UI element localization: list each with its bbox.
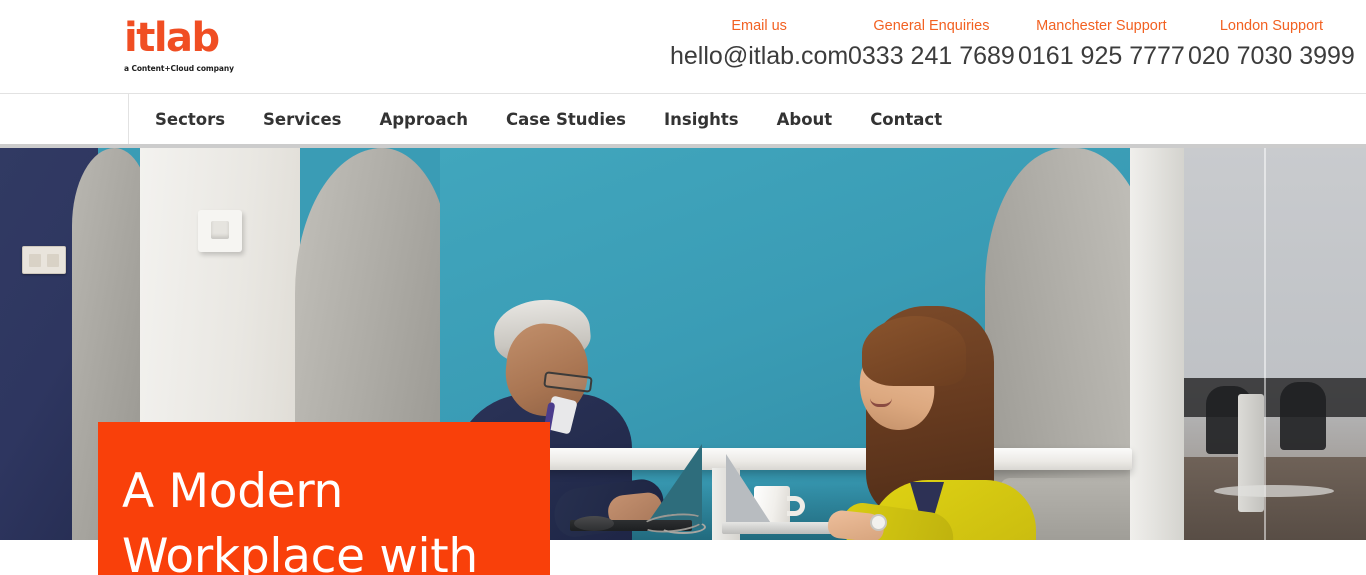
contact-email[interactable]: Email us hello@itlab.com <box>660 18 858 71</box>
nav-items-list: Sectors Services Approach Case Studies I… <box>155 110 980 129</box>
nav-item-sectors[interactable]: Sectors <box>155 110 225 129</box>
nav-item-services[interactable]: Services <box>263 110 341 129</box>
contact-label-email: Email us <box>731 18 787 34</box>
contact-value-email[interactable]: hello@itlab.com <box>670 41 848 71</box>
wooden-floor <box>1184 456 1366 544</box>
hero-heading-line-2: Workplace with <box>122 528 478 575</box>
frosted-glass-column <box>1130 148 1188 544</box>
contact-value-london[interactable]: 020 7030 3999 <box>1188 41 1355 71</box>
contact-label-manchester: Manchester Support <box>1036 18 1167 34</box>
nav-item-contact[interactable]: Contact <box>870 110 942 129</box>
wristwatch-icon <box>870 514 887 531</box>
top-contact-bar: itlab a Content+Cloud company Email us h… <box>0 0 1366 93</box>
nav-vertical-divider <box>128 94 129 144</box>
cable <box>660 520 706 534</box>
nav-item-about[interactable]: About <box>777 110 833 129</box>
nav-item-approach[interactable]: Approach <box>379 110 468 129</box>
woman-hair-front <box>862 316 966 386</box>
contact-value-manchester[interactable]: 0161 925 7777 <box>1018 41 1185 71</box>
frosted-glass-panel <box>1184 148 1366 378</box>
meeting-table <box>1214 484 1334 497</box>
person-woman <box>818 300 1058 544</box>
hero-heading-line-1: A Modern <box>122 464 344 519</box>
contact-london-support[interactable]: London Support 020 7030 3999 <box>1178 18 1365 71</box>
hero-section: A Modern Workplace with <box>0 144 1366 575</box>
main-navigation: Sectors Services Approach Case Studies I… <box>0 93 1366 144</box>
light-switch-icon <box>198 210 242 252</box>
contact-manchester-support[interactable]: Manchester Support 0161 925 7777 <box>1008 18 1195 71</box>
contact-general-enquiries[interactable]: General Enquiries 0333 241 7689 <box>838 18 1025 71</box>
site-logo[interactable]: itlab a Content+Cloud company <box>124 18 234 73</box>
meeting-room-behind-glass <box>1184 148 1366 544</box>
contact-value-general[interactable]: 0333 241 7689 <box>848 41 1015 71</box>
logo-tagline: a Content+Cloud company <box>124 64 234 73</box>
glass-seam-line <box>1264 148 1266 544</box>
hero-heading-box: A Modern Workplace with <box>98 422 550 575</box>
contact-label-general: General Enquiries <box>873 18 990 34</box>
office-chair <box>1280 381 1326 450</box>
nav-item-case-studies[interactable]: Case Studies <box>506 110 626 129</box>
computer-mouse <box>574 516 614 531</box>
logo-wordmark: itlab <box>124 15 220 61</box>
contact-label-london: London Support <box>1219 18 1324 34</box>
nav-item-insights[interactable]: Insights <box>664 110 739 129</box>
power-socket-icon <box>22 246 66 274</box>
laptop-screen-right <box>726 454 774 528</box>
